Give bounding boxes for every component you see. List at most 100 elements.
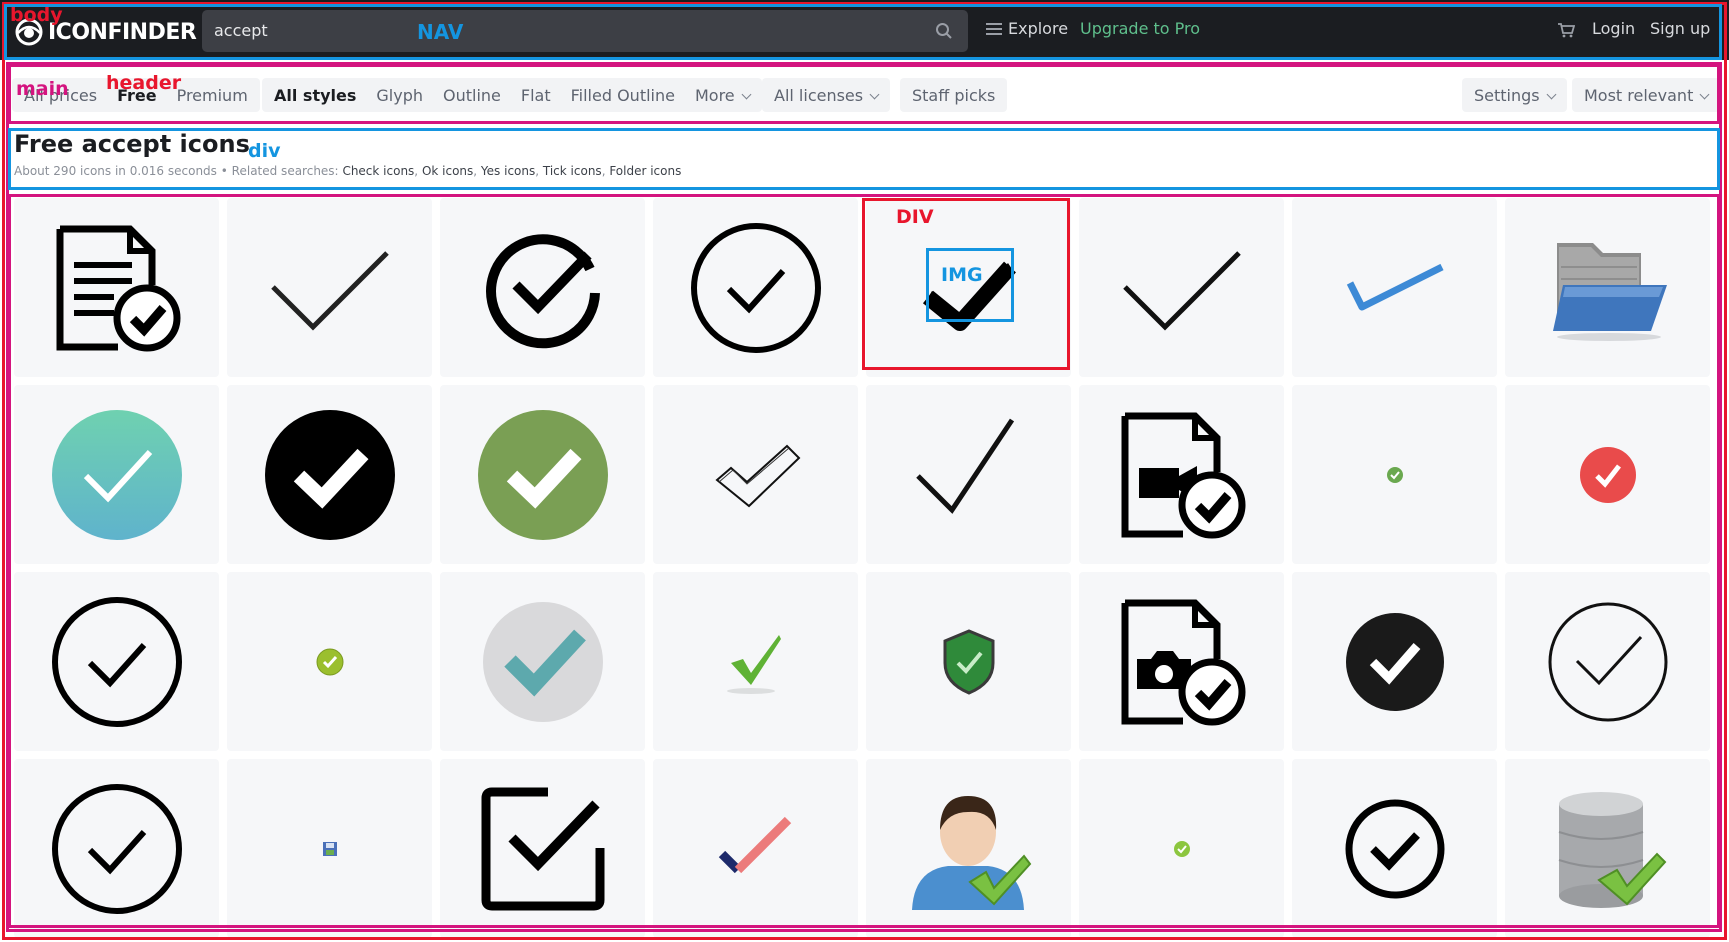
icon-card[interactable] (1505, 759, 1710, 938)
login-link[interactable]: Login (1592, 19, 1635, 38)
circle-check-outline-icon (690, 222, 821, 353)
style-more-label: More (694, 85, 735, 105)
style-outline[interactable]: Outline (443, 86, 501, 105)
main-label: main (16, 78, 69, 100)
upgrade-pro-link[interactable]: Upgrade to Pro (1080, 19, 1200, 38)
top-navigation: ICONFINDER accept Explore Upgrade to Pro… (0, 0, 1729, 60)
settings-dropdown[interactable]: Settings (1462, 78, 1567, 112)
separator: • (220, 164, 228, 178)
related-link[interactable]: Folder icons (609, 164, 681, 178)
icon-card[interactable] (653, 572, 858, 751)
header-label: header (106, 72, 182, 94)
camera-file-check-icon (1121, 599, 1245, 725)
icon-card[interactable] (1079, 572, 1284, 751)
icon-card[interactable] (1079, 759, 1284, 938)
checkmark-blue-icon (1346, 263, 1444, 310)
icon-card[interactable] (653, 759, 858, 938)
grey-circle-teal-check-icon (482, 601, 603, 722)
icon-card[interactable] (653, 385, 858, 564)
icon-card[interactable] (866, 572, 1071, 751)
icon-card[interactable] (227, 385, 432, 564)
chevron-down-icon (869, 89, 880, 99)
icon-card[interactable] (1505, 198, 1710, 377)
div-label: div (248, 140, 281, 162)
staff-picks-label: Staff picks (912, 85, 996, 105)
search-input[interactable]: accept (214, 21, 268, 40)
style-all[interactable]: All styles (274, 86, 356, 105)
page-title: Free accept icons (14, 130, 250, 158)
filter-header: All prices Free Premium All styles Glyph… (0, 60, 1729, 124)
style-glyph[interactable]: Glyph (376, 86, 423, 105)
search-bar[interactable]: accept (202, 10, 968, 52)
search-icon[interactable] (934, 21, 954, 41)
floppy-icon (322, 841, 337, 856)
square-check-icon (481, 787, 604, 910)
icon-card[interactable] (14, 759, 219, 938)
cart-icon[interactable] (1557, 22, 1575, 38)
black-circle-check-icon (1345, 612, 1444, 711)
icon-card[interactable] (1505, 572, 1710, 751)
icon-card[interactable] (440, 198, 645, 377)
related-link[interactable]: Check icons (342, 164, 414, 178)
icon-card[interactable] (440, 385, 645, 564)
icon-card[interactable] (227, 572, 432, 751)
related-label: Related searches: (231, 164, 339, 178)
icon-card[interactable] (14, 385, 219, 564)
shield-check-icon (943, 628, 994, 695)
body-label: body (10, 4, 63, 26)
signup-link[interactable]: Sign up (1650, 19, 1710, 38)
explore-menu[interactable]: Explore (986, 19, 1068, 38)
icon-card[interactable] (1292, 385, 1497, 564)
red-circle-check-icon (1579, 446, 1636, 503)
hamburger-icon (986, 22, 1002, 35)
green-circle-check-icon (477, 409, 608, 540)
checkmark-thin-icon (1122, 250, 1241, 331)
icon-card[interactable] (440, 759, 645, 938)
style-flat[interactable]: Flat (521, 86, 551, 105)
checkmark-bold-icon (922, 261, 1016, 331)
database-check-icon (1558, 791, 1666, 908)
style-filled-outline[interactable]: Filled Outline (571, 86, 675, 105)
icon-card[interactable] (227, 198, 432, 377)
icon-card[interactable] (1079, 385, 1284, 564)
related-link[interactable]: Ok icons (422, 164, 473, 178)
circle-check-outline-icon (1345, 799, 1444, 898)
icon-card[interactable] (14, 198, 219, 377)
chevron-down-icon (1546, 89, 1557, 99)
checkmark-thin-icon (270, 250, 389, 331)
tiny-green-check-icon (1386, 466, 1403, 483)
license-label: All licenses (774, 85, 864, 105)
staff-picks-button[interactable]: Staff picks (900, 78, 1008, 112)
icon-card[interactable] (866, 385, 1071, 564)
icon-grid (14, 198, 1714, 938)
icon-card[interactable] (653, 198, 858, 377)
video-file-check-icon (1121, 412, 1245, 538)
grid-div-label: DIV (896, 206, 934, 228)
circle-check-outline-icon (51, 596, 182, 727)
license-dropdown[interactable]: All licenses (762, 78, 891, 112)
circle-check-thin-icon (1548, 602, 1667, 721)
document-check-icon (56, 225, 180, 351)
style-more-dropdown[interactable]: More (694, 85, 752, 105)
explore-label: Explore (1008, 19, 1069, 38)
price-premium[interactable]: Premium (177, 86, 248, 105)
icon-card[interactable] (1292, 572, 1497, 751)
icon-card[interactable] (1079, 198, 1284, 377)
icon-card[interactable] (866, 759, 1071, 938)
nav-label: NAV (417, 20, 464, 44)
icon-card[interactable] (227, 759, 432, 938)
logo-text: ICONFINDER (48, 19, 197, 45)
settings-label: Settings (1474, 85, 1540, 105)
user-check-icon (911, 795, 1031, 910)
tiny-green-check-icon (1173, 840, 1190, 857)
icon-card[interactable] (1292, 759, 1497, 938)
related-link[interactable]: Yes icons (481, 164, 535, 178)
checkmark-thin-icon (915, 418, 1014, 514)
icon-card[interactable] (1292, 198, 1497, 377)
teal-circle-check-icon (51, 409, 182, 540)
related-link[interactable]: Tick icons (543, 164, 602, 178)
icon-card[interactable] (440, 572, 645, 751)
sort-dropdown[interactable]: Most relevant (1572, 78, 1721, 112)
icon-card[interactable] (1505, 385, 1710, 564)
icon-card[interactable] (14, 572, 219, 751)
